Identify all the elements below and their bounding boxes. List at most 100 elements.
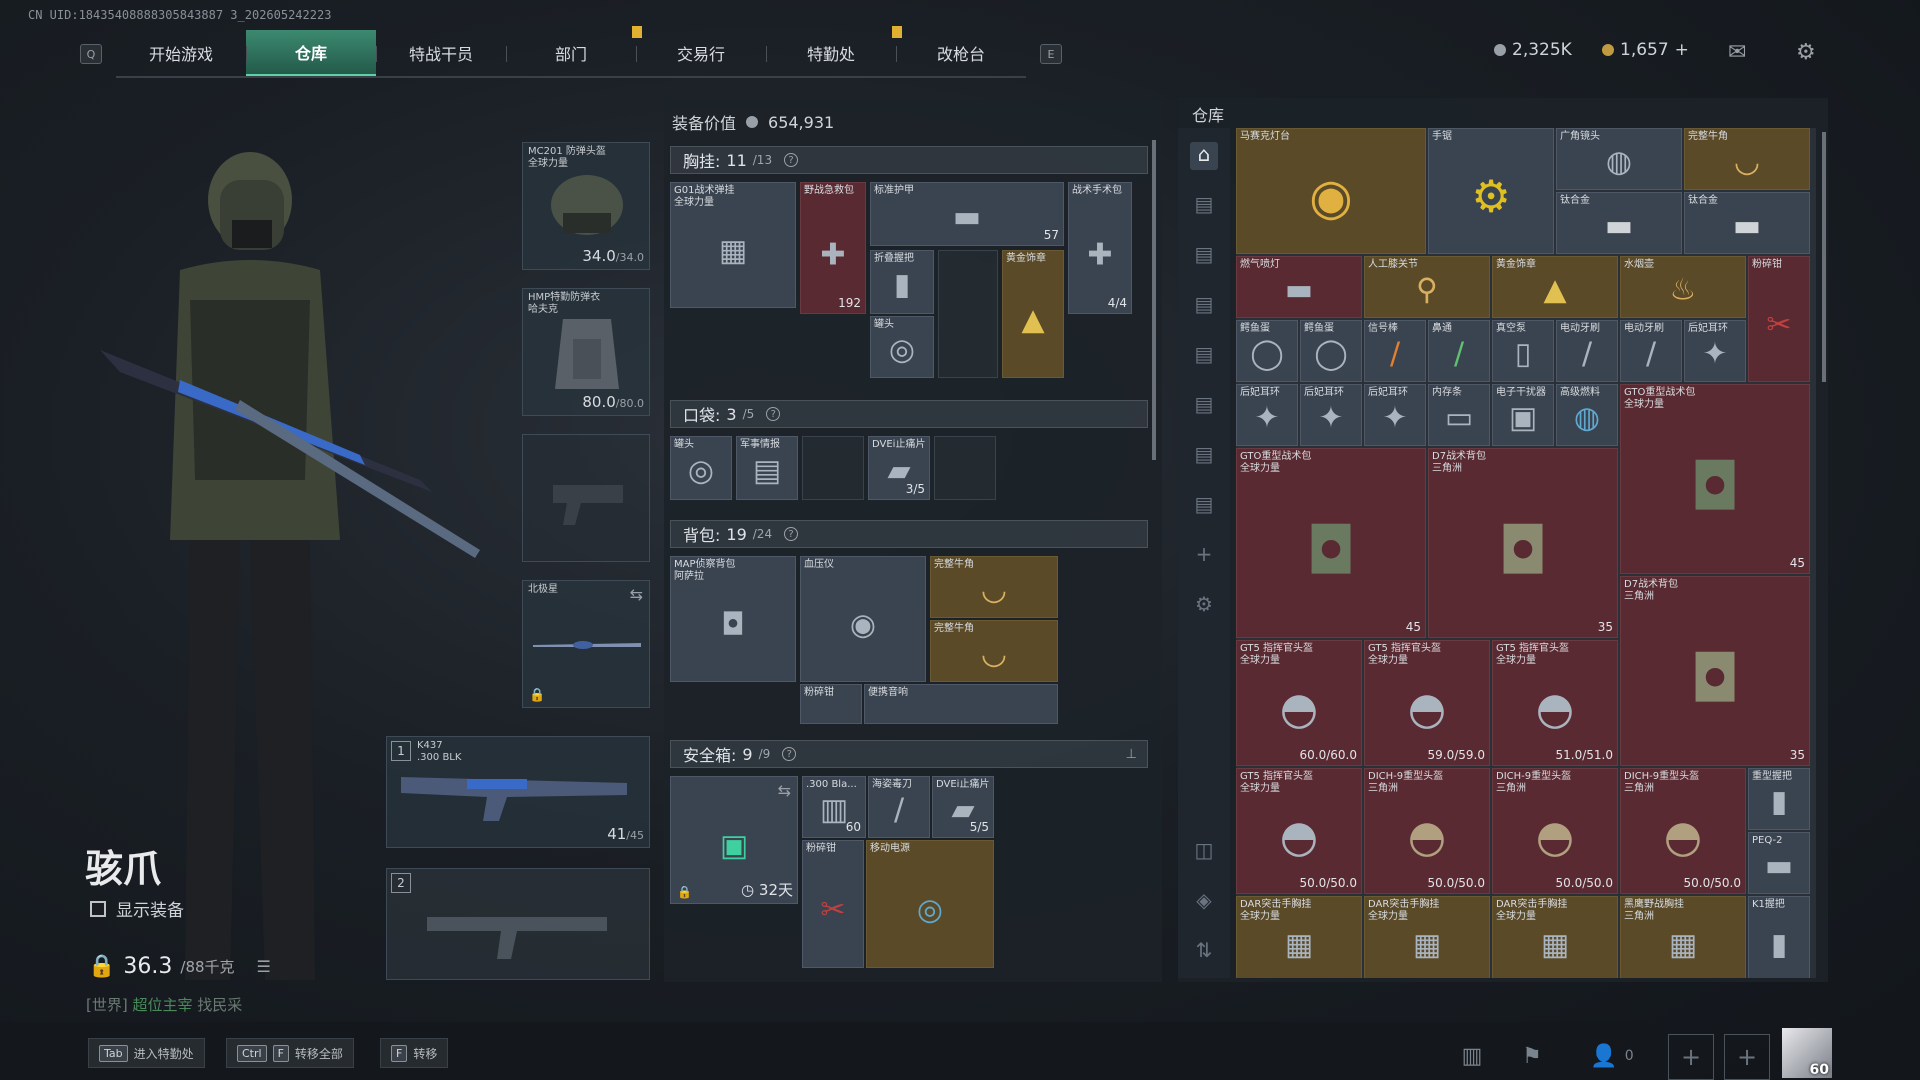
- all-items-icon[interactable]: ⌂: [1190, 142, 1218, 170]
- empty-slot[interactable]: [934, 436, 996, 500]
- warehouse-item[interactable]: K1握把 ▮: [1748, 896, 1810, 978]
- transfer-all-hint[interactable]: Ctrl F 转移全部: [226, 1038, 354, 1068]
- warehouse-item[interactable]: DAR突击手胸挂 全球力量 ▦: [1364, 896, 1490, 978]
- warehouse-item[interactable]: 信号棒 /: [1364, 320, 1426, 382]
- warehouse-item[interactable]: DICH-9重型头盔 三角洲 ◓ 50.0/50.0: [1364, 768, 1490, 894]
- tab-warehouse[interactable]: 仓库: [246, 30, 376, 76]
- primary-weapon-slot[interactable]: 1 K437.300 BLK 41/45: [386, 736, 650, 848]
- pocket-item[interactable]: DVEi止痛片 ▰ 3/5: [868, 436, 930, 500]
- gear-icon[interactable]: ⚙: [1796, 40, 1816, 65]
- nav-left-key[interactable]: Q: [80, 44, 102, 64]
- warehouse-item[interactable]: 人工膝关节 ⚲: [1364, 256, 1490, 318]
- pocket-item[interactable]: 军事情报 ▤: [736, 436, 798, 500]
- add-teammate-button[interactable]: +: [1668, 1034, 1714, 1080]
- warehouse-item[interactable]: 钛合金 ▬: [1556, 192, 1682, 254]
- warehouse-item[interactable]: 鼻通 /: [1428, 320, 1490, 382]
- safebox-item[interactable]: 粉碎钳 ✂: [802, 840, 864, 968]
- category-2-icon[interactable]: ▤: [1190, 242, 1218, 270]
- world-chat[interactable]: [世界] 超位主宰 找民采: [86, 994, 242, 1015]
- warehouse-item[interactable]: 粉碎钳 ✂: [1748, 256, 1810, 382]
- chest-rig-item[interactable]: G01战术弹挂 全球力量 ▦: [670, 182, 796, 308]
- category-7-icon[interactable]: ▤: [1190, 492, 1218, 520]
- help-icon[interactable]: ?: [784, 527, 799, 541]
- show-equipment-checkbox[interactable]: [90, 900, 106, 917]
- chest-item[interactable]: 战术手术包 ✚ 4/4: [1068, 182, 1132, 314]
- pocket-item[interactable]: 罐头 ◎: [670, 436, 732, 500]
- warehouse-item[interactable]: 钛合金 ▬: [1684, 192, 1810, 254]
- backpack-item[interactable]: 粉碎钳: [800, 684, 862, 724]
- help-icon[interactable]: ?: [784, 153, 799, 167]
- warehouse-item[interactable]: 黄金饰章 ▲: [1492, 256, 1618, 318]
- warehouse-item[interactable]: 高级燃料 ◍: [1556, 384, 1618, 446]
- warehouse-item[interactable]: D7战术背包 三角洲 ◘ 35: [1428, 448, 1618, 638]
- warehouse-item[interactable]: GT5 指挥官头盔 全球力量 ◓ 50.0/50.0: [1236, 768, 1362, 894]
- warehouse-item[interactable]: GTO重型战术包 全球力量 ◘ 45: [1236, 448, 1426, 638]
- warehouse-item[interactable]: 鳄鱼蛋 ◯: [1300, 320, 1362, 382]
- warehouse-item[interactable]: 后妃耳环 ✦: [1236, 384, 1298, 446]
- warehouse-item[interactable]: 水烟壶 ♨: [1620, 256, 1746, 318]
- warehouse-item[interactable]: 电子干扰器 ▣: [1492, 384, 1554, 446]
- warehouse-item[interactable]: PEQ-2 ▬: [1748, 832, 1810, 894]
- settings-icon[interactable]: ⚙: [1190, 592, 1218, 620]
- helmet-slot[interactable]: MC201 防弹头盔 全球力量 34.0/34.0: [522, 142, 650, 270]
- chest-item[interactable]: 罐头 ◎: [870, 316, 934, 378]
- warehouse-item[interactable]: 电动牙刷 /: [1620, 320, 1682, 382]
- list-icon[interactable]: ☰: [257, 957, 271, 976]
- add-teammate-button[interactable]: +: [1724, 1034, 1770, 1080]
- backpack-item[interactable]: 完整牛角 ◡: [930, 556, 1058, 618]
- warehouse-item[interactable]: D7战术背包 三角洲 ◘ 35: [1620, 576, 1810, 766]
- friends-icon[interactable]: 👤 0: [1582, 1038, 1642, 1074]
- sort-icon[interactable]: ⇅: [1190, 938, 1218, 966]
- category-1-icon[interactable]: ▤: [1190, 192, 1218, 220]
- warehouse-item[interactable]: DICH-9重型头盔 三角洲 ◓ 50.0/50.0: [1492, 768, 1618, 894]
- layers-icon[interactable]: ◈: [1190, 888, 1218, 916]
- backpack-item[interactable]: 便携音响: [864, 684, 1058, 724]
- category-6-icon[interactable]: ▤: [1190, 442, 1218, 470]
- safebox-item[interactable]: DVEi止痛片 ▰ 5/5: [932, 776, 994, 838]
- warehouse-item[interactable]: DAR突击手胸挂 全球力量 ▦: [1236, 896, 1362, 978]
- category-3-icon[interactable]: ▤: [1190, 292, 1218, 320]
- warehouse-item[interactable]: 电动牙刷 /: [1556, 320, 1618, 382]
- warehouse-item[interactable]: 黑鹰野战胸挂 三角洲 ▦: [1620, 896, 1746, 978]
- chest-item[interactable]: 野战急救包 ✚ 192: [800, 182, 866, 314]
- flag-icon[interactable]: ⚑: [1512, 1038, 1552, 1074]
- warehouse-scrollbar[interactable]: [1822, 132, 1826, 382]
- pistol-slot[interactable]: [522, 434, 650, 562]
- backpack-item[interactable]: 血压仪 ◉: [800, 556, 926, 682]
- help-icon[interactable]: ?: [782, 747, 797, 761]
- chest-item[interactable]: 折叠握把 ▮: [870, 250, 934, 314]
- warehouse-item[interactable]: GT5 指挥官头盔 全球力量 ◓ 60.0/60.0: [1236, 640, 1362, 766]
- category-5-icon[interactable]: ▤: [1190, 392, 1218, 420]
- chest-item[interactable]: 黄金饰章 ▲: [1002, 250, 1064, 378]
- empty-slot[interactable]: [802, 436, 864, 500]
- warehouse-item[interactable]: 真空泵 ▯: [1492, 320, 1554, 382]
- loadout-scrollbar[interactable]: [1152, 140, 1156, 460]
- tab-operators[interactable]: 特战干员: [376, 30, 506, 76]
- pin-icon[interactable]: ⊥: [1126, 747, 1137, 762]
- tab-department[interactable]: 部门: [506, 30, 636, 76]
- warehouse-item[interactable]: 后妃耳环 ✦: [1364, 384, 1426, 446]
- mail-icon[interactable]: ✉: [1728, 40, 1746, 65]
- swap-icon[interactable]: ⇆: [778, 781, 791, 800]
- tab-start-game[interactable]: 开始游戏: [116, 30, 246, 76]
- tab-trade[interactable]: 交易行: [636, 30, 766, 76]
- warehouse-item[interactable]: DICH-9重型头盔 三角洲 ◓ 50.0/50.0: [1620, 768, 1746, 894]
- help-icon[interactable]: ?: [766, 407, 781, 421]
- warehouse-item[interactable]: 内存条 ▭: [1428, 384, 1490, 446]
- category-4-icon[interactable]: ▤: [1190, 342, 1218, 370]
- safebox-item[interactable]: .300 Bla... ▥ 60: [802, 776, 866, 838]
- chest-item[interactable]: 标准护甲 ▬ 57: [870, 182, 1064, 246]
- safebox-item[interactable]: 海姿毒刀 /: [868, 776, 930, 838]
- add-gold-button[interactable]: +: [1675, 40, 1689, 60]
- show-equipment-toggle[interactable]: 显示装备: [90, 896, 184, 921]
- warehouse-item[interactable]: GT5 指挥官头盔 全球力量 ◓ 59.0/59.0: [1364, 640, 1490, 766]
- inspect-icon[interactable]: ◫: [1190, 838, 1218, 866]
- empty-slot[interactable]: [938, 250, 998, 378]
- secondary-weapon-slot[interactable]: 2: [386, 868, 650, 980]
- warehouse-item[interactable]: 马赛克灯台 ◉: [1236, 128, 1426, 254]
- safebox-item[interactable]: 移动电源 ◎: [866, 840, 994, 968]
- warehouse-item[interactable]: 后妃耳环 ✦: [1684, 320, 1746, 382]
- backpack-item[interactable]: 完整牛角 ◡: [930, 620, 1058, 682]
- warehouse-item[interactable]: 燃气喷灯 ▬: [1236, 256, 1362, 318]
- warehouse-item[interactable]: 完整牛角 ◡: [1684, 128, 1810, 190]
